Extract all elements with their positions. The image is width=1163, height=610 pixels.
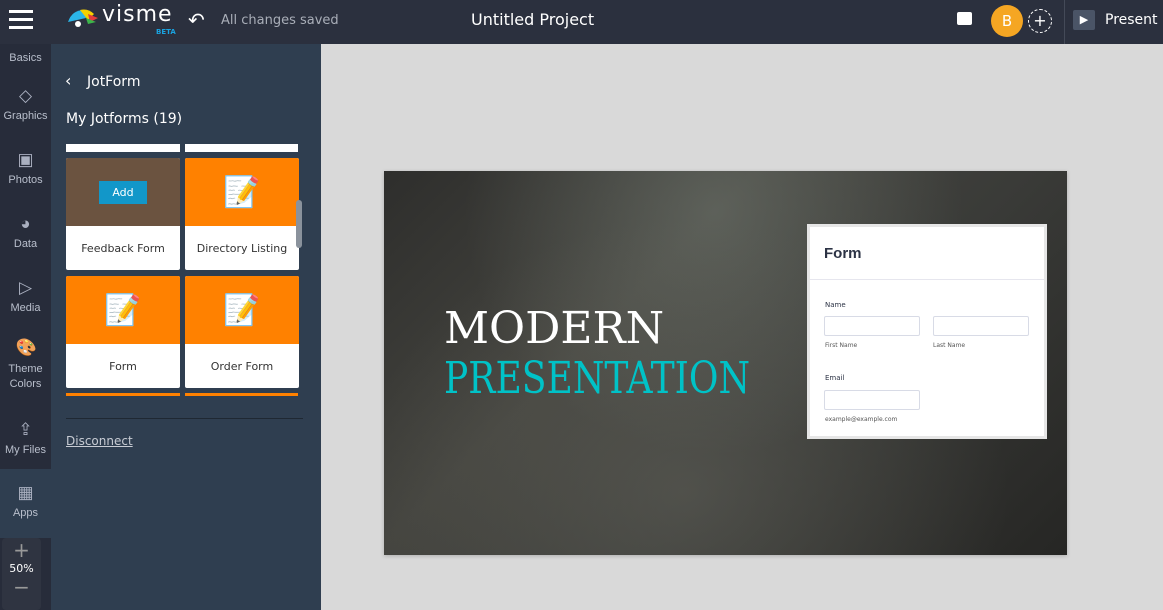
scrollbar[interactable]	[296, 200, 302, 248]
form-name: Form	[109, 359, 137, 373]
form-name: Order Form	[210, 359, 274, 373]
rail-my-files[interactable]: ⇪ My Files	[0, 420, 51, 456]
form-tile[interactable]: 📝 Form	[66, 276, 180, 388]
beta-badge: BETA	[156, 28, 176, 36]
project-title[interactable]: Untitled Project	[471, 10, 594, 29]
rail-label: Graphics	[3, 110, 48, 122]
form-name: Feedback Form	[81, 241, 165, 255]
disconnect-link[interactable]: Disconnect	[66, 434, 133, 448]
present-label: Present	[1105, 12, 1158, 28]
logo-icon	[68, 9, 98, 27]
rail-label: Basics	[9, 52, 42, 64]
undo-icon[interactable]: ↶	[188, 8, 205, 32]
save-status: All changes saved	[221, 13, 339, 28]
add-button[interactable]: Add	[99, 180, 147, 204]
rail-label: Data	[13, 238, 38, 250]
rail-media[interactable]: ▷ Media	[0, 278, 51, 314]
rail-basics[interactable]: Basics	[0, 52, 51, 64]
rail-label: My Files	[5, 444, 46, 456]
slide-title-line2[interactable]: PRESENTATION	[444, 353, 750, 404]
rail-photos[interactable]: ▣ Photos	[0, 150, 51, 186]
rail-label: Media	[10, 302, 41, 314]
left-rail: Basics ◇ Graphics ▣ Photos ◕ Data ▷ Media 🎨 T…	[0, 44, 51, 610]
jotform-panel: ‹ JotForm My Jotforms (19) Add Feedback …	[51, 44, 321, 610]
zoom-level[interactable]: 50%	[2, 562, 41, 575]
top-bar: visme BETA ↶ All changes saved Untitled …	[0, 0, 1163, 44]
form-tile[interactable]: 📝 Order Form	[185, 276, 299, 388]
email-label: Email	[825, 374, 845, 382]
slide-title-line1[interactable]: MODERN	[444, 303, 664, 354]
pie-chart-icon: ◕	[20, 214, 31, 233]
rail-label: Photos	[8, 174, 43, 186]
form-tile[interactable]: 📝 Directory Listing	[185, 158, 299, 270]
partial-tile	[66, 144, 180, 152]
form-doc-icon: 📝	[223, 174, 261, 210]
apps-grid-icon: ▦	[17, 483, 34, 502]
email-hint: example@example.com	[825, 416, 898, 423]
panel-title: JotForm	[87, 74, 141, 90]
form-divider	[810, 279, 1044, 280]
photo-icon: ▣	[17, 150, 34, 169]
back-icon[interactable]: ‹	[65, 71, 71, 90]
panel-subtitle: My Jotforms (19)	[66, 111, 183, 127]
slide-canvas[interactable]: MODERN PRESENTATION Form Name First Name…	[384, 171, 1067, 555]
rail-theme-colors[interactable]: 🎨 Theme Colors	[0, 338, 51, 392]
divider	[66, 418, 303, 419]
rail-graphics[interactable]: ◇ Graphics	[0, 86, 51, 122]
logo-text: visme	[102, 2, 173, 27]
hamburger-menu-icon[interactable]	[9, 10, 33, 30]
zoom-control: + 50% −	[2, 538, 41, 610]
embedded-jotform[interactable]: Form Name First Name Last Name Email exa…	[807, 224, 1047, 439]
rail-label: Apps	[12, 507, 39, 519]
shapes-icon: ◇	[18, 86, 33, 105]
play-icon: ▶	[1073, 10, 1095, 30]
add-collaborator-icon[interactable]: +	[1028, 9, 1052, 33]
media-icon: ▷	[18, 278, 33, 297]
first-name-hint: First Name	[825, 342, 858, 349]
comments-icon[interactable]	[957, 12, 972, 25]
last-name-input[interactable]	[933, 316, 1029, 336]
name-label: Name	[825, 301, 846, 309]
rail-apps[interactable]: ▦ Apps	[0, 469, 51, 538]
form-name: Directory Listing	[196, 241, 288, 255]
last-name-hint: Last Name	[933, 342, 966, 349]
form-title: Form	[824, 245, 862, 262]
avatar[interactable]: B	[991, 5, 1023, 37]
partial-tile	[185, 393, 298, 396]
form-doc-icon: 📝	[223, 292, 261, 328]
zoom-out-button[interactable]: −	[2, 575, 41, 599]
first-name-input[interactable]	[824, 316, 920, 336]
rail-label: Theme Colors	[8, 363, 43, 390]
rail-data[interactable]: ◕ Data	[0, 214, 51, 250]
present-button[interactable]: ▶ Present	[1064, 0, 1163, 44]
upload-folder-icon: ⇪	[18, 420, 33, 439]
form-tile[interactable]: Add Feedback Form	[66, 158, 180, 270]
zoom-in-button[interactable]: +	[2, 538, 41, 562]
form-doc-icon: 📝	[104, 292, 142, 328]
partial-tile	[66, 393, 180, 396]
partial-tile	[185, 144, 298, 152]
email-input[interactable]	[824, 390, 920, 410]
palette-icon: 🎨	[15, 338, 37, 357]
